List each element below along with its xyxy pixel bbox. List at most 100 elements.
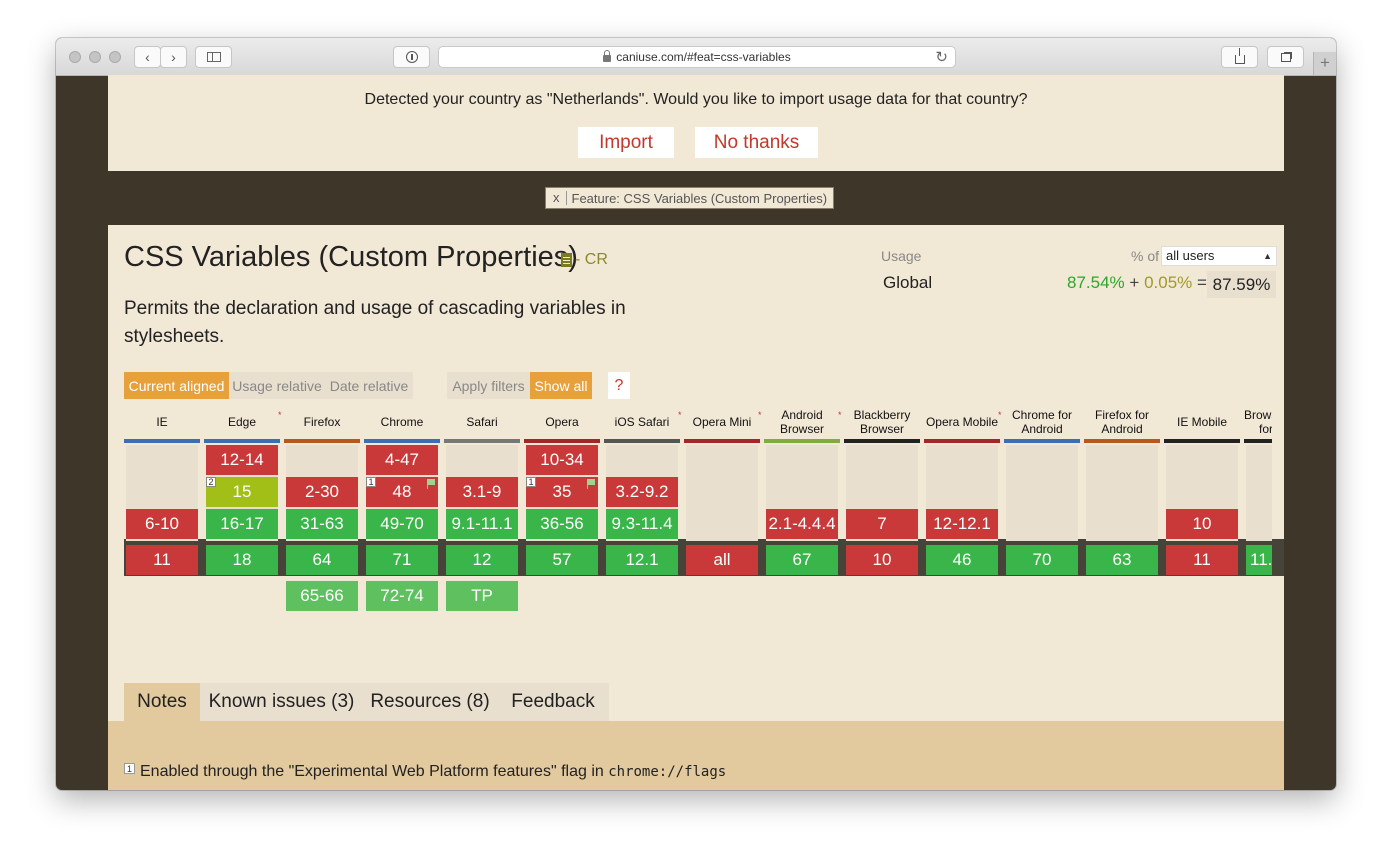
share-icon (1234, 47, 1245, 64)
browser-color-bar (604, 439, 680, 443)
note-item: 1 Enabled through the "Experimental Web P… (124, 763, 726, 781)
current-version-cell[interactable]: 12.1 (606, 545, 678, 575)
version-cell[interactable]: 16-17 (206, 509, 278, 539)
tab-notes[interactable]: Notes (124, 683, 200, 721)
version-cell[interactable]: 2.1-4.4.4 (766, 509, 838, 539)
tabs-overview-button[interactable] (1267, 46, 1304, 68)
current-version-cell[interactable]: 18 (206, 545, 278, 575)
help-button[interactable]: ? (608, 372, 630, 399)
future-version-cell[interactable]: TP (446, 581, 518, 611)
date-relative-button[interactable]: Date relative (325, 372, 413, 399)
browser-header-android-browser: Android Browser (779, 408, 824, 436)
version-label: 64 (312, 550, 332, 569)
banner-message: Detected your country as "Netherlands". … (364, 91, 1028, 108)
feature-filter-tag: x Feature: CSS Variables (Custom Propert… (545, 187, 835, 209)
version-cell[interactable]: 6-10 (126, 509, 198, 539)
supported-usage: 87.54% (1067, 273, 1125, 292)
current-version-cell[interactable]: 67 (766, 545, 838, 575)
current-aligned-button[interactable]: Current aligned (124, 372, 229, 399)
no-thanks-button[interactable]: No thanks (695, 127, 818, 158)
version-cell[interactable]: 3.1-9 (446, 477, 518, 507)
future-version-cell[interactable]: 65-66 (286, 581, 358, 611)
browser-header-chrome-for-android: Chrome for Android (1011, 408, 1073, 436)
users-select[interactable]: all users ▲▼ (1161, 246, 1277, 279)
browser-note-asterisk: * (678, 410, 682, 420)
privacy-report-button[interactable] (393, 46, 430, 68)
version-label: 10-34 (540, 450, 584, 469)
version-cell[interactable]: 3.2-9.2 (606, 477, 678, 507)
remove-filter-button[interactable]: x (546, 191, 567, 205)
future-version-cell[interactable]: 72-74 (366, 581, 438, 611)
import-button[interactable]: Import (578, 127, 674, 158)
share-button[interactable] (1221, 46, 1258, 68)
browser-header-opera-mini: Opera Mini (692, 415, 752, 429)
browser-header-edge: Edge (227, 415, 257, 429)
version-cell[interactable]: 12-12.1 (926, 509, 998, 539)
browser-color-bar (844, 439, 920, 443)
reload-icon[interactable]: ↻ (935, 48, 948, 66)
zoom-window-button[interactable] (109, 51, 121, 63)
current-version-cell[interactable]: 12 (446, 545, 518, 575)
tab-resources[interactable]: Resources (8) (363, 683, 497, 721)
version-label: 10 (872, 550, 892, 569)
version-cell[interactable]: 15 2 (206, 477, 278, 507)
current-version-cell[interactable]: 64 (286, 545, 358, 575)
version-cell[interactable]: 48 1 (366, 477, 438, 507)
version-cell[interactable]: 49-70 (366, 509, 438, 539)
browser-column-background (1246, 445, 1272, 541)
version-cell[interactable]: 9.1-11.1 (446, 509, 518, 539)
version-cell[interactable]: 12-14 (206, 445, 278, 475)
current-version-cell[interactable]: 11.8 (1246, 545, 1272, 575)
note-reference: 1 (526, 477, 536, 487)
current-version-cell[interactable]: 63 (1086, 545, 1158, 575)
browser-color-bar (1164, 439, 1240, 443)
browser-color-bar (1244, 439, 1272, 443)
version-label: 10 (1192, 514, 1212, 533)
sidebar-icon (206, 52, 221, 62)
current-version-cell[interactable]: 70 (1006, 545, 1078, 575)
spec-document-icon[interactable] (561, 253, 572, 267)
current-version-cell[interactable]: 11 (1166, 545, 1238, 575)
browser-note-asterisk: * (998, 410, 1002, 420)
version-label: 2.1-4.4.4 (768, 514, 836, 533)
browser-header-ie-mobile: IE Mobile (1176, 415, 1228, 429)
note-code: chrome://flags (608, 764, 727, 780)
page-content: Detected your country as "Netherlands". … (108, 75, 1284, 790)
browser-header-safari: Safari (466, 415, 498, 429)
current-version-cell[interactable]: 11 (126, 545, 198, 575)
browser-color-bar (1084, 439, 1160, 443)
minimize-window-button[interactable] (89, 51, 101, 63)
version-cell[interactable]: 7 (846, 509, 918, 539)
browser-color-bar (284, 439, 360, 443)
back-button[interactable]: ‹ (134, 46, 161, 68)
address-bar[interactable]: caniuse.com/#feat=css-variables ↻ (438, 46, 956, 68)
plus-sign: + (1129, 273, 1140, 292)
tab-feedback[interactable]: Feedback (497, 683, 609, 721)
version-cell[interactable]: 35 1 (526, 477, 598, 507)
close-window-button[interactable] (69, 51, 81, 63)
version-cell[interactable]: 31-63 (286, 509, 358, 539)
country-import-banner: Detected your country as "Netherlands". … (108, 75, 1284, 171)
browser-color-bar (1004, 439, 1080, 443)
browser-header-ie: IE (156, 415, 168, 429)
show-all-button[interactable]: Show all (530, 372, 592, 399)
version-cell[interactable]: 9.3-11.4 (606, 509, 678, 539)
version-cell[interactable]: 2-30 (286, 477, 358, 507)
current-version-cell[interactable]: 46 (926, 545, 998, 575)
version-label: 31-63 (300, 514, 344, 533)
version-cell[interactable]: 36-56 (526, 509, 598, 539)
forward-button[interactable]: › (160, 46, 187, 68)
current-version-cell[interactable]: all (686, 545, 758, 575)
new-tab-button[interactable]: + (1313, 52, 1336, 75)
version-cell[interactable]: 10-34 (526, 445, 598, 475)
apply-filters-button[interactable]: Apply filters (447, 372, 530, 399)
tab-known-issues[interactable]: Known issues (3) (200, 683, 363, 721)
current-version-cell[interactable]: 10 (846, 545, 918, 575)
version-cell[interactable]: 4-47 (366, 445, 438, 475)
usage-relative-button[interactable]: Usage relative (229, 372, 325, 399)
current-version-cell[interactable]: 71 (366, 545, 438, 575)
version-cell[interactable]: 10 (1166, 509, 1238, 539)
sidebar-button[interactable] (195, 46, 232, 68)
spec-status[interactable]: - CR (575, 251, 608, 269)
current-version-cell[interactable]: 57 (526, 545, 598, 575)
